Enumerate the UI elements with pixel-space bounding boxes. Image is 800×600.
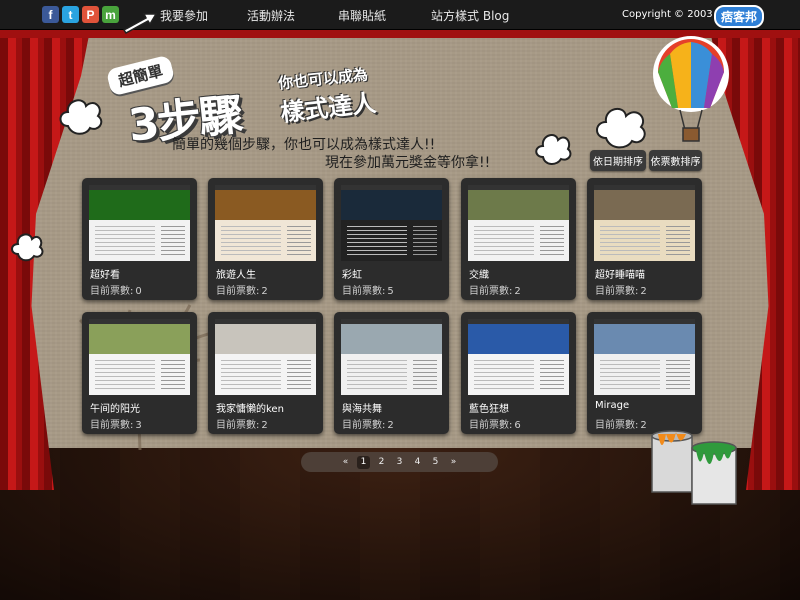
entry-title[interactable]: 超好看 [90,266,120,281]
twitter-icon[interactable]: t [62,6,79,23]
main-nav: 我要參加 活動辦法 串聯貼紙 站方樣式 Blog [160,7,509,24]
entry-title[interactable]: 超好睡喵喵 [595,266,645,281]
entry-thumbnail[interactable] [89,319,190,395]
entry-card[interactable]: 午间的阳光 目前票數: 3 [82,312,197,434]
entry-votes: 目前票數: 2 [342,416,394,431]
entry-votes: 目前票數: 3 [90,416,142,431]
entry-votes: 目前票數: 0 [90,282,142,297]
vote-label: 目前票數: [469,286,513,297]
pagination: « 1 2 3 4 5 » [301,452,498,472]
entry-card[interactable]: 旅遊人生 目前票數: 2 [208,178,323,300]
entry-title[interactable]: 我家慵懶的ken [216,400,284,415]
brand-logo[interactable]: 痞客邦 [714,5,765,28]
entry-card[interactable]: 超好睡喵喵 目前票數: 2 [587,178,702,300]
entry-thumbnail[interactable] [594,319,695,395]
entry-thumbnail[interactable] [215,319,316,395]
entry-votes: 目前票數: 2 [216,282,268,297]
next-page-button[interactable]: » [447,456,460,469]
facebook-icon[interactable]: f [42,6,59,23]
entry-title[interactable]: 交織 [469,266,489,281]
vote-count: 2 [514,286,521,297]
vote-label: 目前票數: [90,420,134,431]
entry-card[interactable]: 彩虹 目前票數: 5 [334,178,449,300]
page-link[interactable]: 1 [357,455,370,469]
vote-label: 目前票數: [595,420,639,431]
cloud-decoration [59,99,103,135]
nav-official-blog[interactable]: 站方樣式 Blog [431,7,509,24]
social-links: f t P m [42,6,119,23]
entry-thumbnail[interactable] [468,185,569,261]
cloud-decoration [535,134,572,165]
sort-by-votes-button[interactable]: 依票數排序 [649,150,702,171]
vote-label: 目前票數: [90,286,134,297]
entry-title[interactable]: 藍色狂想 [469,400,509,415]
nav-stickers[interactable]: 串聯貼紙 [338,7,386,24]
entry-title[interactable]: Mirage [595,400,629,411]
entry-votes: 目前票數: 5 [342,282,394,297]
nav-rules[interactable]: 活動辦法 [247,7,295,24]
vote-label: 目前票數: [342,420,386,431]
entry-title[interactable]: 旅遊人生 [216,266,256,281]
vote-label: 目前票數: [595,286,639,297]
entry-card[interactable]: 藍色狂想 目前票數: 6 [461,312,576,434]
entry-card[interactable]: Mirage 目前票數: 2 [587,312,702,434]
entry-thumbnail[interactable] [215,185,316,261]
hot-air-balloon-icon [653,36,729,142]
entry-title[interactable]: 午间的阳光 [90,400,140,415]
page-link[interactable]: 5 [429,456,442,469]
mixi-icon[interactable]: m [102,6,119,23]
vote-count: 6 [514,420,521,431]
vote-count: 2 [640,420,647,431]
entry-title[interactable]: 與海共舞 [342,400,382,415]
vote-count: 5 [387,286,394,297]
tagline-prize: 現在參加萬元獎金等你拿!! [325,155,491,171]
entry-card[interactable]: 交織 目前票數: 2 [461,178,576,300]
entry-title[interactable]: 彩虹 [342,266,362,281]
entry-card[interactable]: 與海共舞 目前票數: 2 [334,312,449,434]
cloud-decoration [596,107,646,149]
sort-by-date-button[interactable]: 依日期排序 [590,150,646,171]
vote-count: 3 [135,420,142,431]
page-link[interactable]: 2 [375,456,388,469]
page-link[interactable]: 4 [411,456,424,469]
entry-votes: 目前票數: 2 [216,416,268,431]
vote-count: 2 [640,286,647,297]
vote-count: 2 [261,286,268,297]
vote-label: 目前票數: [216,420,260,431]
vote-count: 2 [387,420,394,431]
entry-votes: 目前票數: 2 [469,282,521,297]
nav-join[interactable]: 我要參加 [160,7,208,24]
pointer-arrow-icon [122,13,158,34]
entry-votes: 目前票數: 2 [595,282,647,297]
prev-page-button[interactable]: « [339,456,352,469]
vote-label: 目前票數: [469,420,513,431]
paint-buckets-icon [651,430,737,505]
entry-thumbnail[interactable] [341,185,442,261]
entry-card[interactable]: 我家慵懶的ken 目前票數: 2 [208,312,323,434]
vote-label: 目前票數: [216,286,260,297]
vote-label: 目前票數: [342,286,386,297]
tagline-steps: 簡單的幾個步驟，你也可以成為樣式達人!! [172,137,436,153]
entry-thumbnail[interactable] [89,185,190,261]
entry-thumbnail[interactable] [341,319,442,395]
vote-count: 0 [135,286,142,297]
vote-count: 2 [261,420,268,431]
entry-votes: 目前票數: 2 [595,416,647,431]
entry-card[interactable]: 超好看 目前票數: 0 [82,178,197,300]
plurk-icon[interactable]: P [82,6,99,23]
entry-thumbnail[interactable] [594,185,695,261]
entry-thumbnail[interactable] [468,319,569,395]
cloud-decoration [11,233,44,262]
page-link[interactable]: 3 [393,456,406,469]
entry-votes: 目前票數: 6 [469,416,521,431]
